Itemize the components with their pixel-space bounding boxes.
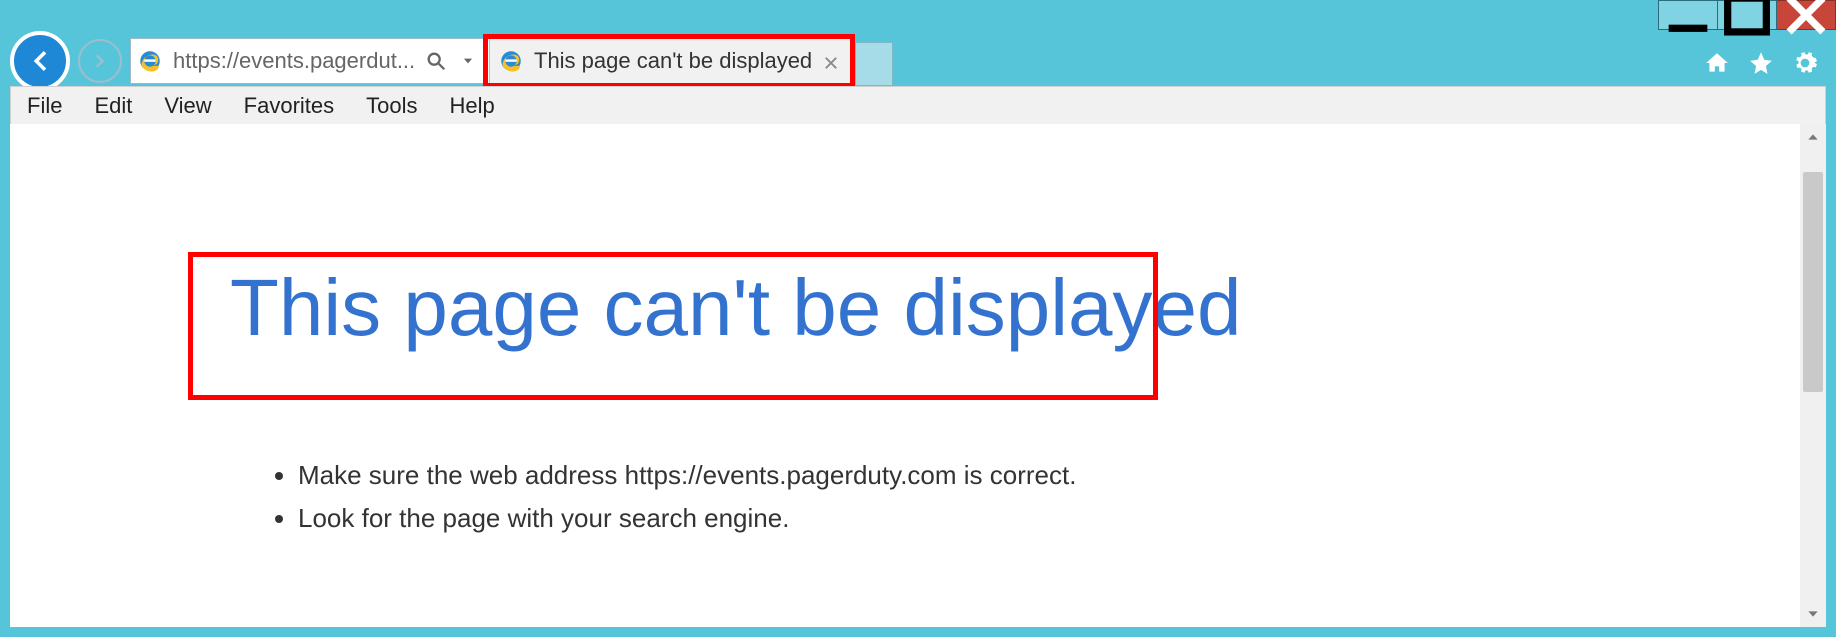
home-icon[interactable] [1704,50,1730,81]
page-content: This page can't be displayed Make sure t… [10,124,1826,627]
star-icon[interactable] [1748,50,1774,81]
close-button[interactable] [1777,0,1836,30]
url-text[interactable]: https://events.pagerdut... [173,48,415,74]
menu-view[interactable]: View [164,93,211,119]
scroll-thumb[interactable] [1803,172,1823,392]
menu-bar: File Edit View Favorites Tools Help [10,86,1826,126]
scrollbar[interactable] [1800,124,1826,627]
scroll-down-icon[interactable] [1800,601,1826,627]
error-tips-list: Make sure the web address https://events… [270,460,1076,546]
menu-file[interactable]: File [27,93,62,119]
menu-help[interactable]: Help [450,93,495,119]
menu-tools[interactable]: Tools [366,93,417,119]
error-tip: Look for the page with your search engin… [298,503,1076,534]
maximize-button[interactable] [1718,0,1777,30]
search-icon[interactable] [425,50,447,72]
navigation-bar: https://events.pagerdut... [10,34,522,88]
browser-tools [1704,50,1818,81]
error-tip: Make sure the web address https://events… [298,460,1076,491]
forward-button[interactable] [78,39,122,83]
gear-icon[interactable] [1792,50,1818,81]
chevron-down-icon[interactable] [457,50,479,72]
annotation-heading-highlight [188,252,1158,400]
annotation-tab-highlight [483,34,855,88]
back-button[interactable] [10,31,70,91]
ie-icon [137,48,163,74]
scroll-up-icon[interactable] [1800,124,1826,150]
minimize-button[interactable] [1658,0,1718,30]
browser-window: https://events.pagerdut... This page can… [0,0,1836,637]
menu-edit[interactable]: Edit [94,93,132,119]
menu-favorites[interactable]: Favorites [244,93,334,119]
address-bar[interactable]: https://events.pagerdut... [130,38,522,84]
window-controls [1658,0,1836,30]
new-tab-button[interactable] [855,42,893,86]
